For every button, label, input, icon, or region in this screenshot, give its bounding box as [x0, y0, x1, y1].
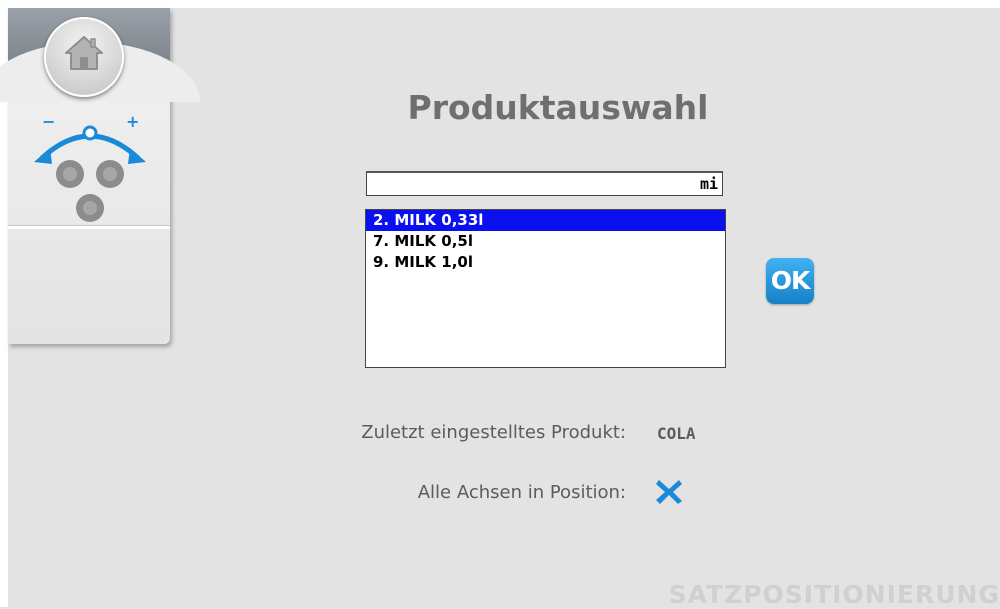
page-title: Produktauswahl: [407, 88, 709, 127]
window-frame-top: [0, 0, 1000, 8]
positioning-button[interactable]: − +: [30, 112, 150, 230]
last-product-value: COLA: [657, 424, 696, 443]
axes-status-label: Alle Achsen in Position:: [417, 482, 626, 503]
last-product-label: Zuletzt eingestelltes Produkt:: [361, 422, 626, 443]
home-icon: [65, 36, 103, 70]
sidebar-divider: [8, 225, 170, 229]
home-button[interactable]: [44, 17, 124, 97]
x-icon: [654, 476, 684, 510]
search-input[interactable]: mi: [366, 171, 723, 196]
list-item[interactable]: 2. MILK 0,33l: [366, 210, 725, 231]
product-list[interactable]: 2. MILK 0,33l 7. MILK 0,5l 9. MILK 1,0l: [365, 209, 726, 368]
axis-adjust-icon: [34, 125, 146, 222]
increase-label: +: [126, 112, 140, 131]
list-item[interactable]: 9. MILK 1,0l: [366, 252, 725, 273]
section-label: SATZPOSITIONIERUNG: [668, 580, 1000, 609]
sidebar: − +: [0, 8, 200, 344]
decrease-label: −: [42, 112, 56, 131]
list-item[interactable]: 7. MILK 0,5l: [366, 231, 725, 252]
ok-button[interactable]: OK: [766, 258, 814, 304]
